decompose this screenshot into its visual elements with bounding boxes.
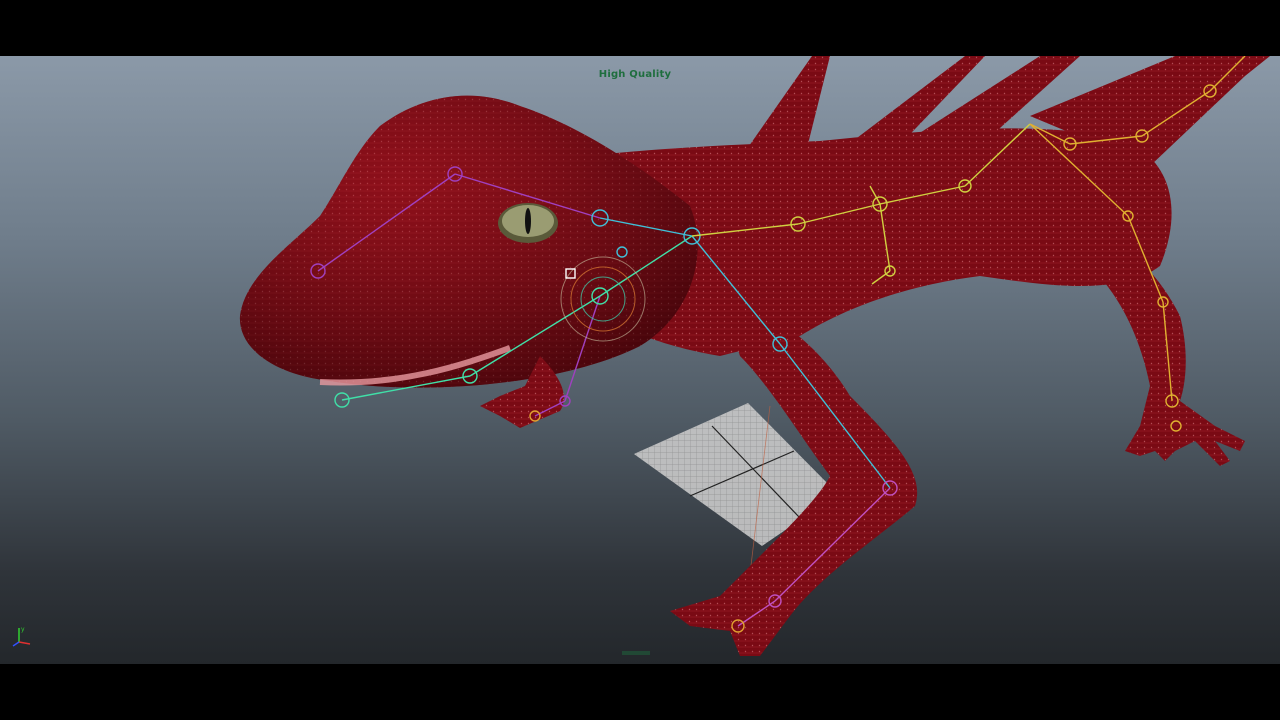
axis-y-label: y (21, 626, 25, 633)
display-quality-label: High Quality (598, 69, 672, 80)
letterbox-top (0, 0, 1280, 56)
lizard-model[interactable] (239, 56, 1270, 656)
viewport-status-indicator (622, 651, 650, 655)
letterbox-bottom (0, 664, 1280, 720)
3d-viewport[interactable]: High Quality y (0, 56, 1280, 664)
scene-render (239, 56, 1270, 656)
axis-gizmo-icon: y (12, 626, 31, 647)
